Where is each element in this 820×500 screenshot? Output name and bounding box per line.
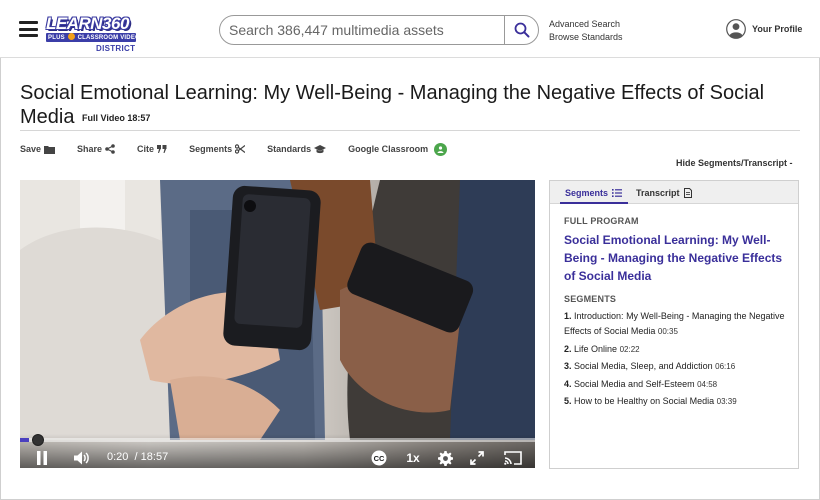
svg-text:CC: CC: [374, 454, 385, 463]
browse-standards-link[interactable]: Browse Standards: [549, 31, 623, 44]
segments-label: Segments: [189, 144, 233, 154]
standards-label: Standards: [267, 144, 312, 154]
segment-number: 1.: [564, 311, 572, 321]
document-icon: [683, 187, 692, 198]
segment-title: Social Media and Self-Esteem: [574, 378, 695, 389]
learn360-logo[interactable]: LEARN360 PLUS CLASSROOM VIDEO DISTRICT: [46, 14, 140, 54]
share-icon: [105, 144, 115, 154]
full-program-link[interactable]: Social Emotional Learning: My Well-Being…: [564, 231, 784, 285]
segment-list: 1. Introduction: My Well-Being - Managin…: [564, 309, 789, 412]
menu-icon[interactable]: [19, 21, 38, 37]
volume-button[interactable]: [72, 448, 92, 468]
cc-icon: CC: [371, 450, 387, 466]
total-duration: / 18:57: [134, 451, 169, 463]
list-item[interactable]: 2. Life Online 02:22: [564, 342, 789, 357]
segment-number: 2.: [564, 343, 572, 354]
graduation-cap-icon: [314, 144, 327, 153]
segment-title: Life Online: [574, 343, 618, 354]
scissors-icon: [235, 144, 246, 154]
save-label: Save: [20, 144, 42, 154]
volume-icon: [74, 451, 89, 465]
cast-button[interactable]: [503, 448, 523, 468]
fullscreen-button[interactable]: [468, 448, 486, 468]
cast-icon: [504, 451, 522, 465]
list-item[interactable]: 5. How to be Healthy on Social Media 03:…: [564, 394, 789, 409]
list-icon: [612, 188, 623, 197]
settings-button[interactable]: [436, 448, 454, 468]
duration-badge: Full Video 18:57: [82, 113, 151, 123]
video-still-image: [20, 180, 535, 440]
segment-number: 4.: [564, 378, 572, 389]
segments-label: SEGMENTS: [564, 294, 617, 304]
pause-button[interactable]: [34, 448, 50, 468]
google-classroom-icon: [434, 142, 448, 156]
tab-segments[interactable]: Segments: [565, 181, 623, 204]
segment-title: Social Media, Sleep, and Addiction: [574, 361, 713, 371]
tab-transcript[interactable]: Transcript: [636, 181, 692, 204]
standards-button[interactable]: Standards: [267, 144, 327, 154]
list-item[interactable]: 3. Social Media, Sleep, and Addiction 06…: [564, 359, 789, 374]
segment-duration: 04:58: [697, 379, 718, 389]
full-program-label: FULL PROGRAM: [564, 216, 639, 226]
logo-plus-dot-icon: [67, 33, 75, 40]
segment-duration: 00:35: [657, 327, 678, 336]
logo-subtitle: PLUS CLASSROOM VIDEO: [48, 33, 140, 41]
page-title: Social Emotional Learning: My Well-Being…: [20, 81, 800, 130]
expand-icon: [470, 451, 484, 465]
video-player[interactable]: 0:20 / 18:57 CC 1x: [20, 180, 535, 468]
pause-icon: [37, 451, 47, 465]
segment-duration: 02:22: [619, 344, 640, 354]
title-divider: [20, 130, 800, 131]
action-toolbar: Save Share Cite Segments Standards Googl…: [20, 142, 469, 156]
closed-captions-button[interactable]: CC: [370, 448, 388, 468]
list-item[interactable]: 4. Social Media and Self-Esteem 04:58: [564, 377, 789, 392]
segment-duration: 06:16: [715, 362, 736, 371]
playback-speed-button[interactable]: 1x: [403, 448, 423, 468]
site-header: LEARN360 PLUS CLASSROOM VIDEO DISTRICT A…: [0, 0, 820, 58]
progress-fill: [20, 438, 30, 442]
advanced-search-link[interactable]: Advanced Search: [549, 18, 623, 31]
folder-icon: [44, 145, 56, 154]
segments-button[interactable]: Segments: [189, 144, 246, 154]
share-label: Share: [77, 144, 103, 154]
segment-title: How to be Healthy on Social Media: [574, 396, 715, 406]
save-button[interactable]: Save: [20, 144, 56, 154]
share-button[interactable]: Share: [77, 144, 115, 154]
gear-icon: [437, 450, 453, 466]
cite-button[interactable]: Cite: [137, 144, 167, 154]
logo-district: DISTRICT: [96, 44, 136, 53]
search-input[interactable]: [220, 16, 504, 44]
search-box: [219, 15, 539, 45]
segment-duration: 03:39: [716, 397, 737, 406]
active-tab-indicator: [560, 202, 628, 204]
profile-label: Your Profile: [752, 24, 803, 34]
google-classroom-label: Google Classroom: [348, 144, 429, 154]
user-avatar-icon: [726, 19, 746, 39]
segment-number: 5.: [564, 396, 572, 406]
current-time: 0:20: [107, 451, 129, 463]
segments-panel: Segments Transcript FULL PROGRAM Social …: [549, 180, 799, 469]
tab-segments-label: Segments: [565, 187, 609, 198]
profile-menu[interactable]: Your Profile: [726, 19, 802, 39]
progress-track[interactable]: [20, 434, 535, 446]
tab-transcript-label: Transcript: [636, 187, 680, 198]
quote-icon: [157, 145, 167, 153]
panel-tabs: Segments Transcript: [550, 181, 798, 204]
hide-segments-transcript-link[interactable]: Hide Segments/Transcript -: [676, 158, 793, 168]
time-display: 0:20 / 18:57: [107, 451, 168, 463]
google-classroom-button[interactable]: Google Classroom: [348, 142, 448, 156]
cite-label: Cite: [137, 144, 155, 154]
logo-wordmark: LEARN360: [46, 14, 129, 33]
list-item[interactable]: 1. Introduction: My Well-Being - Managin…: [564, 309, 789, 339]
search-icon: [514, 22, 529, 38]
header-links: Advanced Search Browse Standards: [549, 18, 623, 44]
segment-number: 3.: [564, 361, 572, 371]
progress-scrubber[interactable]: [32, 434, 45, 446]
search-button[interactable]: [504, 16, 538, 44]
